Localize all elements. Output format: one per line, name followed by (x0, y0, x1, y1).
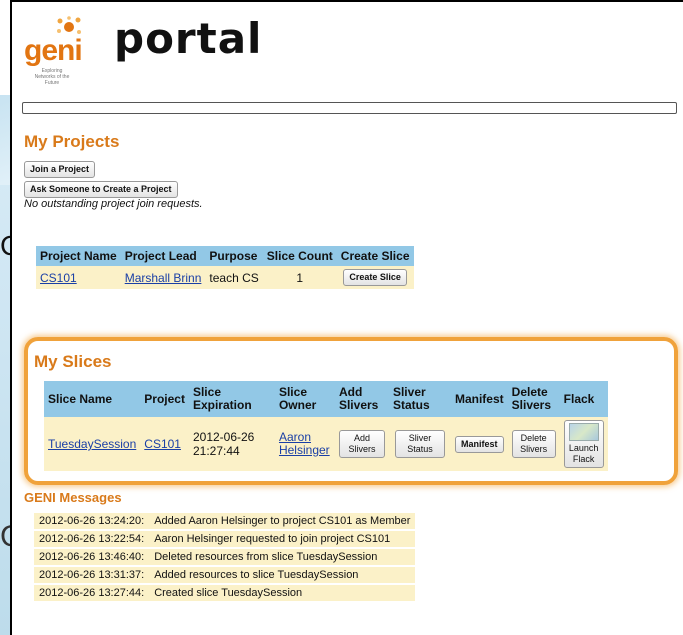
column-header: Manifest (450, 381, 508, 417)
flack-map-icon (568, 423, 599, 441)
slices-table: Slice Name Project Slice Expiration Slic… (44, 381, 608, 471)
portal-header: geni Exploring Networks of the Future po… (22, 8, 672, 88)
column-header: Sliver Status (388, 381, 451, 417)
logo-tagline: Exploring Networks of the Future (34, 68, 70, 86)
project-name-link[interactable]: CS101 (40, 271, 77, 285)
add-slivers-button[interactable]: Add Slivers (338, 430, 385, 458)
slice-owner-link[interactable]: Aaron Helsinger (279, 430, 330, 457)
table-row: TuesdaySession CS101 2012-06-26 21:27:44… (44, 417, 608, 471)
message-time: 2012-06-26 13:31:37: (34, 566, 150, 585)
navigation-bar[interactable] (22, 102, 677, 114)
message-text: Deleted resources from slice TuesdaySess… (149, 548, 416, 567)
table-row: 2012-06-26 13:22:54: Aaron Helsinger req… (34, 530, 416, 549)
delete-slivers-button[interactable]: Delete Slivers (511, 430, 556, 458)
column-header: Add Slivers (334, 381, 389, 417)
column-header: Project Name (36, 246, 121, 266)
column-header: Slice Count (262, 246, 337, 266)
column-header: Project Lead (120, 246, 206, 266)
message-text: Added Aaron Helsinger to project CS101 a… (149, 513, 416, 531)
ask-create-project-button[interactable]: Ask Someone to Create a Project (24, 181, 178, 198)
message-text: Added resources to slice TuesdaySession (149, 566, 416, 585)
project-purpose: teach CS (205, 266, 263, 289)
messages-section: GENI Messages 2012-06-26 13:24:20: Added… (24, 490, 416, 603)
create-slice-button[interactable]: Create Slice (343, 269, 407, 286)
table-row: 2012-06-26 13:46:40: Deleted resources f… (34, 548, 416, 567)
message-text: Aaron Helsinger requested to join projec… (149, 530, 416, 549)
launch-flack-label: Launch Flack (568, 443, 599, 464)
projects-table: Project Name Project Lead Purpose Slice … (36, 246, 414, 289)
slice-count: 1 (262, 266, 337, 289)
table-row: 2012-06-26 13:31:37: Added resources to … (34, 566, 416, 585)
column-header: Flack (559, 381, 608, 417)
table-row: 2012-06-26 13:24:20: Added Aaron Helsing… (34, 513, 416, 531)
launch-flack-button[interactable]: Launch Flack (563, 420, 604, 468)
project-lead-link[interactable]: Marshall Brinn (125, 271, 202, 285)
join-project-button[interactable]: Join a Project (24, 161, 96, 178)
slice-project-link[interactable]: CS101 (144, 437, 181, 451)
sliver-status-button[interactable]: Sliver Status (394, 430, 445, 458)
table-row: CS101 Marshall Brinn teach CS 1 Create S… (36, 266, 414, 289)
slice-expiration-date: 2012-06-26 (192, 430, 255, 444)
column-header: Slice Expiration (188, 381, 275, 417)
message-time: 2012-06-26 13:27:44: (34, 584, 150, 603)
manifest-button[interactable]: Manifest (455, 435, 504, 453)
join-requests-note: No outstanding project join requests. (24, 198, 203, 210)
slice-expiration-time: 21:27:44 (192, 444, 240, 458)
page-title: portal (114, 14, 263, 63)
messages-table: 2012-06-26 13:24:20: Added Aaron Helsing… (34, 513, 416, 603)
slice-name-link[interactable]: TuesdaySession (48, 437, 136, 451)
projects-heading: My Projects (24, 132, 120, 151)
message-time: 2012-06-26 13:24:20: (34, 513, 150, 531)
message-time: 2012-06-26 13:46:40: (34, 548, 150, 567)
message-text: Created slice TuesdaySession (149, 584, 416, 603)
messages-heading: GENI Messages (24, 490, 122, 505)
column-header: Purpose (205, 246, 263, 266)
column-header: Slice Name (44, 381, 141, 417)
geni-logo[interactable]: geni Exploring Networks of the Future (22, 12, 100, 86)
column-header: Create Slice (336, 246, 414, 266)
slices-table-header: Slice Name Project Slice Expiration Slic… (44, 381, 608, 417)
logo-word: geni (24, 34, 83, 67)
column-header: Delete Slivers (507, 381, 560, 417)
column-header: Project (140, 381, 189, 417)
column-header: Slice Owner (274, 381, 335, 417)
owner-first-name: Aaron (278, 430, 311, 444)
portal-window: geni Exploring Networks of the Future po… (10, 0, 683, 635)
message-time: 2012-06-26 13:22:54: (34, 530, 150, 549)
main-content: My Projects Join a Project Ask Someone t… (24, 122, 678, 603)
slices-highlight-box: My Slices Slice Name Project Slice Expir… (24, 337, 678, 485)
projects-table-header: Project Name Project Lead Purpose Slice … (36, 246, 414, 266)
slices-heading: My Slices (34, 352, 112, 371)
table-row: 2012-06-26 13:27:44: Created slice Tuesd… (34, 584, 416, 603)
owner-last-name: Helsinger (278, 443, 330, 457)
